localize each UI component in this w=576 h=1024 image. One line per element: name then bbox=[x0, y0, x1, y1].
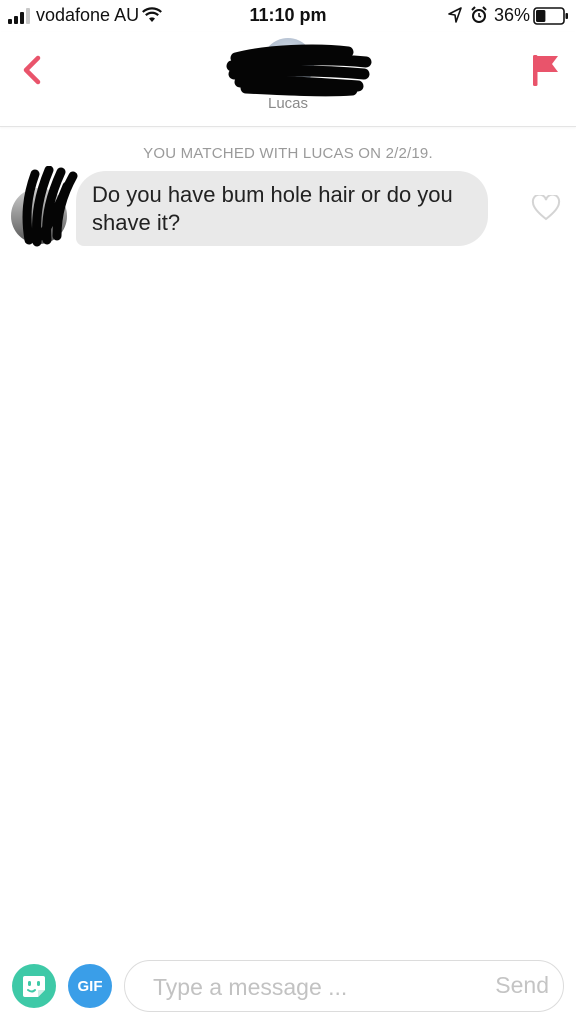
redaction-scribble bbox=[226, 44, 372, 97]
match-name[interactable]: Lucas bbox=[0, 95, 576, 112]
match-notice: YOU MATCHED WITH LUCAS ON 2/2/19. bbox=[143, 145, 433, 162]
redaction-scribble bbox=[22, 166, 78, 247]
message-text: Do you have bum hole hair or do you shav… bbox=[92, 182, 453, 235]
chevron-left-icon bbox=[23, 55, 41, 85]
like-button[interactable] bbox=[531, 195, 561, 221]
heart-icon bbox=[531, 195, 561, 221]
location-icon bbox=[448, 7, 462, 23]
clock: 11:10 pm bbox=[249, 5, 327, 25]
chat-header: Lucas bbox=[0, 32, 576, 127]
sender-avatar[interactable] bbox=[11, 166, 78, 247]
message-composer: GIF Send bbox=[0, 950, 576, 1024]
sticker-button[interactable] bbox=[12, 964, 56, 1008]
battery-percent: 36% bbox=[494, 5, 531, 25]
flag-icon bbox=[533, 55, 558, 86]
send-button[interactable]: Send bbox=[495, 972, 549, 999]
battery-icon bbox=[533, 7, 568, 25]
back-button[interactable] bbox=[14, 50, 50, 90]
chat-screen: vodafone AU 11:10 pm 36% Lucas YOU MATCH… bbox=[0, 0, 576, 1024]
message-bubble[interactable]: Do you have bum hole hair or do you shav… bbox=[76, 171, 488, 246]
alarm-icon bbox=[471, 6, 487, 23]
report-button[interactable] bbox=[526, 50, 562, 90]
gif-button[interactable]: GIF bbox=[68, 964, 112, 1008]
status-bar: vodafone AU 11:10 pm 36% bbox=[0, 0, 576, 32]
message-input[interactable] bbox=[151, 961, 475, 1013]
sticker-icon bbox=[23, 976, 45, 997]
message-field: Send bbox=[124, 960, 564, 1013]
